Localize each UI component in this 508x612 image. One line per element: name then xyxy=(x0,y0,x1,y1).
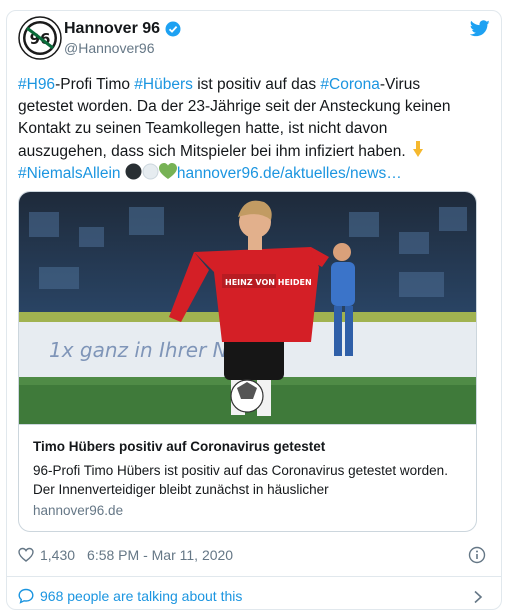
account-name-text[interactable]: Hannover 96 xyxy=(64,20,160,38)
preview-image[interactable]: 1x ganz in Ihrer Nähe HEINZ VON HEIDEN xyxy=(19,192,477,424)
link-preview-card[interactable]: 1x ganz in Ihrer Nähe HEINZ VON HEIDEN T… xyxy=(18,191,477,532)
info-icon[interactable] xyxy=(468,546,486,564)
preview-description: 96-Profi Timo Hübers ist positiv auf das… xyxy=(33,463,448,497)
preview-title[interactable]: Timo Hübers positiv auf Coronavirus gete… xyxy=(33,439,325,454)
verified-icon xyxy=(165,21,181,37)
preview-domain: hannover96.de xyxy=(33,503,124,518)
preview-body[interactable]: Timo Hübers positiv auf Coronavirus gete… xyxy=(19,424,476,531)
jersey-text: HEINZ VON HEIDEN xyxy=(225,278,312,287)
account-name[interactable]: Hannover 96 xyxy=(64,20,181,38)
tweet-timestamp[interactable]: 6:58 PM - Mar 11, 2020 xyxy=(87,547,233,563)
speech-bubble-icon xyxy=(18,588,34,604)
white-circle-emoji xyxy=(142,163,159,180)
hashtag-huebers[interactable]: #Hübers xyxy=(134,76,193,93)
tweet-meta: 1,430 6:58 PM - Mar 11, 2020 xyxy=(18,547,233,563)
news-link[interactable]: hannover96.de/aktuelles/news… xyxy=(177,165,402,182)
divider xyxy=(6,576,502,577)
heart-icon[interactable] xyxy=(18,547,34,563)
talking-about-link[interactable]: 968 people are talking about this xyxy=(18,588,242,604)
point-down-emoji xyxy=(413,141,424,157)
hashtag-corona[interactable]: #Corona xyxy=(320,76,379,93)
talking-about-text[interactable]: 968 people are talking about this xyxy=(40,588,242,604)
hashtag-niemalsallein[interactable]: #NiemalsAllein xyxy=(18,165,121,182)
tweet-text: #H96-Profi Timo #Hübers ist positiv auf … xyxy=(18,74,478,185)
black-circle-emoji xyxy=(125,163,142,180)
club-crest-icon[interactable]: 96 xyxy=(18,16,62,60)
like-count[interactable]: 1,430 xyxy=(40,547,75,563)
tweet-text-part: ist positiv auf das xyxy=(192,76,321,93)
hashtag-h96[interactable]: #H96 xyxy=(18,76,55,93)
account-handle[interactable]: @Hannover96 xyxy=(64,40,155,56)
tweet-text-part: -Profi Timo xyxy=(55,76,135,93)
twitter-bird-icon[interactable] xyxy=(470,20,490,37)
chevron-right-icon[interactable] xyxy=(472,590,484,604)
green-heart-emoji xyxy=(158,163,177,179)
